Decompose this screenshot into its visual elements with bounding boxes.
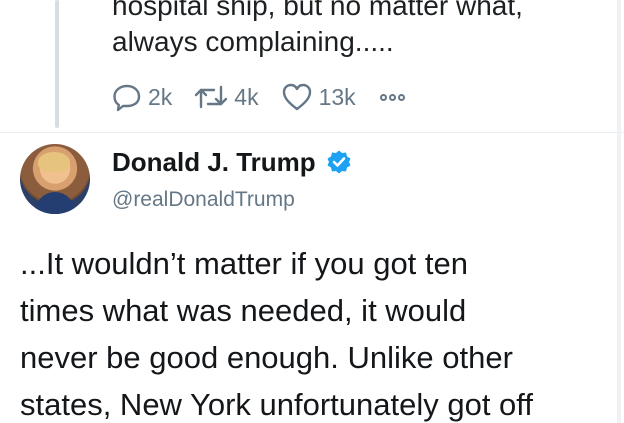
author-handle[interactable]: @realDonaldTrump <box>112 186 295 214</box>
retweet-button[interactable]: 4k <box>194 82 259 112</box>
more-dot <box>379 93 387 101</box>
author-name-row: Donald J. Trump <box>112 146 352 178</box>
scrollbar[interactable] <box>617 0 621 423</box>
avatar[interactable] <box>20 144 90 214</box>
verified-badge-icon <box>327 150 351 174</box>
more-icon[interactable] <box>379 93 405 101</box>
reply-button[interactable]: 2k <box>112 82 172 112</box>
display-name[interactable]: Donald J. Trump <box>112 146 316 178</box>
more-dot <box>388 93 396 101</box>
thread-connector-line <box>55 0 59 128</box>
retweet-count: 4k <box>234 83 259 110</box>
more-dot <box>397 93 405 101</box>
reply-icon <box>113 84 141 112</box>
heart-icon <box>282 83 311 111</box>
tweet-text: ...It wouldn’t matter if you got ten tim… <box>20 246 533 422</box>
reply-count: 2k <box>148 83 173 110</box>
like-count: 13k <box>318 83 356 110</box>
tweet-divider <box>0 132 624 133</box>
previous-tweet-actions: 2k 4k 13k <box>112 80 405 114</box>
retweet-icon <box>195 85 228 109</box>
like-button[interactable]: 13k <box>281 82 356 112</box>
tweet-thread-view: hospital ship, but no matter what, alway… <box>0 0 624 423</box>
previous-tweet-text: hospital ship, but no matter what, alway… <box>112 0 523 57</box>
